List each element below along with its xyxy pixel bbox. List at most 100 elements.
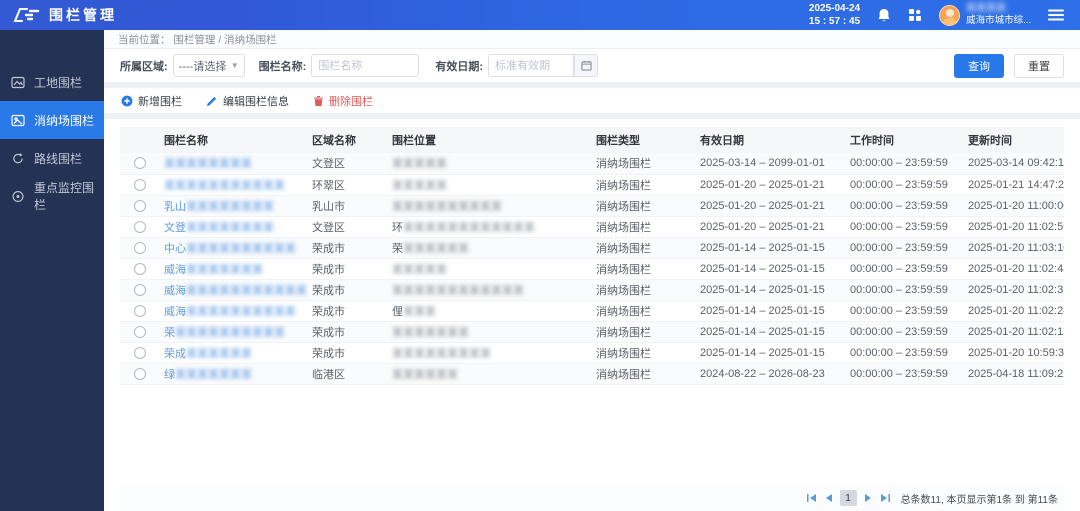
table-row: 荣某某某某某某某某某某荣成市某某某某某某某消纳场围栏2025-01-14 – 2… xyxy=(120,321,1064,342)
fence-name-filter-label: 围栏名称: xyxy=(259,58,307,74)
update-time-cell: 2025-03-14 09:42:16 xyxy=(964,153,1064,174)
row-radio-button[interactable] xyxy=(134,284,146,296)
update-time-cell: 2025-01-20 11:02:35 xyxy=(964,279,1064,300)
edit-fence-button[interactable]: 编辑围栏信息 xyxy=(206,93,289,109)
disposal-fence-icon xyxy=(11,114,26,127)
first-page-icon[interactable] xyxy=(806,493,817,503)
fence-location-redacted: 某某某 xyxy=(403,306,436,318)
header-right: 2025-04-24 15 : 57 : 45 xyxy=(809,2,1080,29)
area-name-cell: 荣成市 xyxy=(308,342,388,363)
region-select-value: ----请选择 xyxy=(179,58,227,74)
table-row: 绿某某某某某某某临港区某某某某某某消纳场围栏2024-08-22 – 2026-… xyxy=(120,363,1064,384)
fence-name-link[interactable]: 某某某某某某某某 xyxy=(164,158,252,170)
hamburger-menu-icon[interactable] xyxy=(1048,9,1064,21)
area-name-cell: 乳山市 xyxy=(308,195,388,216)
add-fence-button[interactable]: 新增围栏 xyxy=(121,93,182,109)
fence-name-redacted: 某某某某某某 xyxy=(186,348,252,360)
column-header: 围栏位置 xyxy=(388,127,592,153)
prev-page-icon[interactable] xyxy=(824,493,833,503)
fence-name-prefix: 威海 xyxy=(164,264,186,276)
row-radio-button[interactable] xyxy=(134,326,146,338)
fence-location-redacted: 某某某某某 xyxy=(392,180,447,192)
fence-name-cell: 乳山某某某某某某某某 xyxy=(160,195,308,216)
current-page-number[interactable]: 1 xyxy=(840,490,857,506)
fence-location-redacted: 某某某某某某 xyxy=(392,369,458,381)
fence-name-link[interactable]: 威海某某某某某某某某某某某 xyxy=(164,285,307,297)
fence-location-cell: 某某某某某某 xyxy=(388,363,592,384)
fence-name-redacted: 某某某某某某某某 xyxy=(186,201,274,213)
notification-bell-icon[interactable] xyxy=(877,8,891,23)
content: 当前位置： 围栏管理 / 消纳场围栏 所属区域: ----请选择 ▼ 围栏名称:… xyxy=(104,30,1080,511)
user-profile[interactable]: 某某某某 威海市城市综... xyxy=(939,3,1031,27)
row-radio-button[interactable] xyxy=(134,305,146,317)
row-radio-button[interactable] xyxy=(134,179,146,191)
fence-name-link[interactable]: 荣某某某某某某某某某某 xyxy=(164,327,285,339)
row-select-cell xyxy=(120,342,160,363)
fence-table: 围栏名称区域名称围栏位置围栏类型有效日期工作时间更新时间 某某某某某某某某文登区… xyxy=(120,127,1064,385)
valid-date-input[interactable] xyxy=(488,54,574,77)
row-radio-button[interactable] xyxy=(134,242,146,254)
row-radio-button[interactable] xyxy=(134,157,146,169)
search-button[interactable]: 查询 xyxy=(954,54,1004,78)
area-name-cell: 荣成市 xyxy=(308,258,388,279)
area-name-cell: 荣成市 xyxy=(308,321,388,342)
row-radio-button[interactable] xyxy=(134,368,146,380)
sidebar-item-monitor[interactable]: 重点监控围栏 xyxy=(0,177,104,215)
apps-grid-icon[interactable] xyxy=(908,8,922,22)
fence-name-link[interactable]: 某某某某某某某某某某某 xyxy=(164,180,285,192)
reset-button[interactable]: 重置 xyxy=(1014,54,1064,78)
calendar-icon[interactable] xyxy=(574,54,598,77)
delete-fence-button[interactable]: 删除围栏 xyxy=(313,93,373,109)
fence-type-cell: 消纳场围栏 xyxy=(592,279,696,300)
fence-location-cell: 环某某某某某某某某某某某某 xyxy=(388,216,592,237)
fence-location-redacted: 某某某某某某某某某 xyxy=(392,348,491,360)
valid-date-filter-label: 有效日期: xyxy=(435,58,483,74)
sidebar-item-site[interactable]: 工地围栏 xyxy=(0,63,104,101)
fence-name-redacted: 某某某某某某某某 xyxy=(186,222,274,234)
row-radio-button[interactable] xyxy=(134,221,146,233)
sidebar-item-route[interactable]: 路线围栏 xyxy=(0,139,104,177)
work-time-cell: 00:00:00 – 23:59:59 xyxy=(846,237,964,258)
sidebar-nav: 工地围栏消纳场围栏路线围栏重点监控围栏 xyxy=(0,63,104,215)
site-fence-icon xyxy=(11,76,26,89)
edit-fence-label: 编辑围栏信息 xyxy=(223,93,289,109)
fence-type-cell: 消纳场围栏 xyxy=(592,216,696,237)
region-select[interactable]: ----请选择 ▼ xyxy=(173,54,245,77)
fence-name-link[interactable]: 中心某某某某某某某某某某 xyxy=(164,243,296,255)
next-page-icon[interactable] xyxy=(864,493,873,503)
table-card: 围栏名称区域名称围栏位置围栏类型有效日期工作时间更新时间 某某某某某某某某文登区… xyxy=(104,119,1080,511)
fence-type-cell: 消纳场围栏 xyxy=(592,237,696,258)
table-row: 威海某某某某某某某荣成市某某某某某消纳场围栏2025-01-14 – 2025-… xyxy=(120,258,1064,279)
row-radio-button[interactable] xyxy=(134,347,146,359)
fence-name-link[interactable]: 威海某某某某某某某某某某 xyxy=(164,306,296,318)
column-header: 区域名称 xyxy=(308,127,388,153)
work-time-cell: 00:00:00 – 23:59:59 xyxy=(846,321,964,342)
fence-name-input[interactable] xyxy=(311,54,419,77)
datetime: 2025-04-24 15 : 57 : 45 xyxy=(809,2,860,29)
chevron-down-icon: ▼ xyxy=(231,61,239,70)
table-row: 某某某某某某某某某某某环翠区某某某某某消纳场围栏2025-01-20 – 202… xyxy=(120,174,1064,195)
fence-name-link[interactable]: 文登某某某某某某某某 xyxy=(164,222,274,234)
fence-location-cell: 某某某某某 xyxy=(388,153,592,174)
fence-location-redacted: 某某某某某某某 xyxy=(392,327,469,339)
work-time-cell: 00:00:00 – 23:59:59 xyxy=(846,363,964,384)
work-time-cell: 00:00:00 – 23:59:59 xyxy=(846,342,964,363)
fence-name-cell: 威海某某某某某某某 xyxy=(160,258,308,279)
row-radio-button[interactable] xyxy=(134,263,146,275)
fence-name-link[interactable]: 荣成某某某某某某 xyxy=(164,348,252,360)
top-header: 围栏管理 2025-04-24 15 : 57 : 45 xyxy=(0,0,1080,30)
fence-name-link[interactable]: 绿某某某某某某某 xyxy=(164,369,252,381)
table-empty-space xyxy=(120,385,1064,486)
fence-name-redacted: 某某某某某某某某某某 xyxy=(186,306,296,318)
valid-date-cell: 2025-01-14 – 2025-01-15 xyxy=(696,300,846,321)
fence-name-cell: 某某某某某某某某 xyxy=(160,153,308,174)
last-page-icon[interactable] xyxy=(880,493,891,503)
user-organization: 威海市城市综... xyxy=(966,15,1031,27)
table-row: 荣成某某某某某某荣成市某某某某某某某某某消纳场围栏2025-01-14 – 20… xyxy=(120,342,1064,363)
fence-name-link[interactable]: 威海某某某某某某某 xyxy=(164,264,263,276)
work-time-cell: 00:00:00 – 23:59:59 xyxy=(846,195,964,216)
app-logo-icon xyxy=(13,7,40,23)
fence-name-link[interactable]: 乳山某某某某某某某某 xyxy=(164,201,274,213)
sidebar-item-disposal[interactable]: 消纳场围栏 xyxy=(0,101,104,139)
row-radio-button[interactable] xyxy=(134,200,146,212)
